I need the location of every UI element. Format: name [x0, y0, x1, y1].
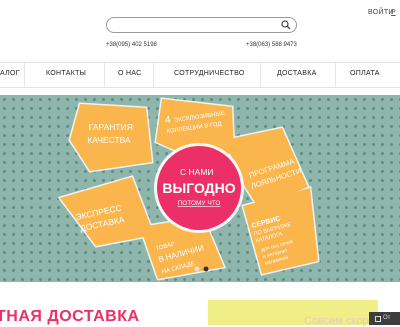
nav-item-catalog[interactable]: АЛОГ: [0, 70, 20, 77]
nav-divider: [335, 63, 336, 87]
chat-label: От: [383, 315, 391, 321]
free-delivery-heading: ТНАЯ ДОСТАВКА: [0, 308, 140, 325]
main-nav: АЛОГ КОНТАКТЫ О НАС СОТРУДНИЧЕСТВО ДОСТА…: [0, 62, 400, 88]
center-line2: ВЫГОДНО: [162, 180, 235, 196]
chat-button[interactable]: От: [369, 312, 400, 325]
nav-divider: [24, 63, 25, 87]
chat-icon: [375, 316, 381, 322]
center-line1: С НАМИ: [180, 167, 214, 177]
nav-item-contacts[interactable]: КОНТАКТЫ: [46, 70, 86, 77]
petal-guarantee-line1: ГАРАНТИЯ: [89, 122, 133, 132]
language-switch[interactable]: Р: [391, 9, 396, 16]
nav-item-delivery[interactable]: ДОСТАВКА: [277, 70, 317, 77]
why-link[interactable]: ПОТОМУ ЧТО: [178, 200, 221, 207]
benefits-flower: ГАРАНТИЯ КАЧЕСТВА 4 ЭКСКЛЮЗИВНЫЕ КОЛЛЕКЦ…: [57, 97, 320, 281]
header: ВОЙТИ Р +38(095) 402 5198 +38(063) 588 9…: [0, 0, 400, 62]
promo-text: Совсем скоро: [304, 315, 375, 327]
petal-guarantee-line2: КАЧЕСТВА: [87, 135, 131, 145]
hero-banner[interactable]: ГАРАНТИЯ КАЧЕСТВА 4 ЭКСКЛЮЗИВНЫЕ КОЛЛЕКЦ…: [0, 95, 400, 282]
search-bar[interactable]: [106, 17, 297, 33]
nav-item-payment[interactable]: ОПЛАТА: [350, 70, 380, 77]
nav-divider: [104, 63, 105, 87]
search-icon[interactable]: [281, 20, 291, 30]
promo-banner[interactable]: Совсем скоро: [208, 300, 378, 327]
login-link[interactable]: ВОЙТИ: [368, 9, 394, 16]
petal-exclusive-number: 4: [164, 114, 171, 126]
nav-divider: [153, 63, 154, 87]
phone-number-2[interactable]: +38(063) 588 9473: [246, 42, 297, 48]
slider-dot-active[interactable]: [203, 266, 209, 272]
nav-item-about[interactable]: О НАС: [118, 70, 142, 77]
nav-divider: [260, 63, 261, 87]
phone-number-1[interactable]: +38(095) 402 5198: [106, 42, 157, 48]
slider-dot[interactable]: [194, 266, 200, 272]
nav-item-cooperation[interactable]: СОТРУДНИЧЕСТВО: [174, 70, 245, 77]
search-input[interactable]: [113, 19, 273, 30]
